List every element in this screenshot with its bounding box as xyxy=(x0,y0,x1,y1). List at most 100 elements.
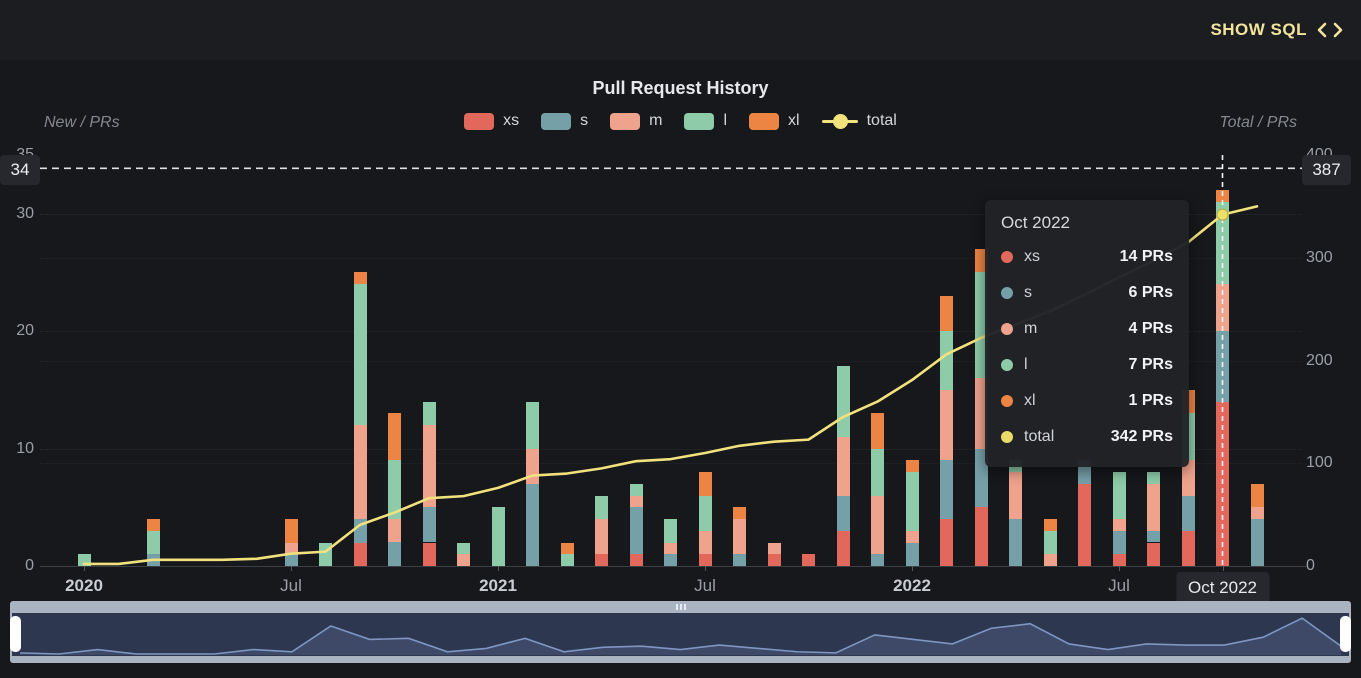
bar-segment-s[interactable] xyxy=(1113,531,1126,554)
bar-nov-2022[interactable] xyxy=(1251,484,1264,566)
bar-sep-2020[interactable] xyxy=(354,272,367,566)
bar-segment-xs[interactable] xyxy=(630,554,643,566)
bar-segment-l[interactable] xyxy=(1044,531,1057,554)
bar-segment-l[interactable] xyxy=(906,472,919,531)
bar-jul-2020[interactable] xyxy=(285,519,298,566)
bar-segment-s[interactable] xyxy=(837,496,850,531)
bar-segment-s[interactable] xyxy=(1009,519,1022,566)
bar-segment-xl[interactable] xyxy=(388,413,401,460)
bar-segment-s[interactable] xyxy=(1251,519,1264,566)
bar-segment-l[interactable] xyxy=(630,484,643,496)
bar-oct-2022[interactable] xyxy=(1216,190,1229,566)
bar-segment-l[interactable] xyxy=(526,402,539,449)
bar-segment-s[interactable] xyxy=(940,460,953,519)
bar-segment-m[interactable] xyxy=(871,496,884,555)
bar-segment-s[interactable] xyxy=(423,507,436,542)
bar-segment-xl[interactable] xyxy=(871,413,884,448)
bar-segment-s[interactable] xyxy=(733,554,746,566)
bar-nov-2021[interactable] xyxy=(837,366,850,566)
bar-segment-l[interactable] xyxy=(319,543,332,566)
bar-segment-m[interactable] xyxy=(940,390,953,460)
bar-segment-s[interactable] xyxy=(1216,331,1229,401)
bar-jun-2021[interactable] xyxy=(664,519,677,566)
bar-segment-l[interactable] xyxy=(423,402,436,425)
bar-may-2022[interactable] xyxy=(1044,519,1057,566)
bar-segment-l[interactable] xyxy=(492,507,505,566)
bar-segment-m[interactable] xyxy=(526,449,539,484)
bar-segment-xl[interactable] xyxy=(1216,190,1229,202)
bar-segment-l[interactable] xyxy=(664,519,677,542)
minimap-left-handle[interactable] xyxy=(10,616,21,652)
bar-jan-2022[interactable] xyxy=(906,460,919,566)
bar-segment-m[interactable] xyxy=(664,543,677,555)
bar-segment-xs[interactable] xyxy=(1147,543,1160,566)
bar-segment-m[interactable] xyxy=(285,543,298,555)
bar-segment-l[interactable] xyxy=(1216,202,1229,284)
bar-segment-xl[interactable] xyxy=(1251,484,1264,507)
bar-segment-xl[interactable] xyxy=(561,543,574,555)
bar-segment-xs[interactable] xyxy=(595,554,608,566)
bar-oct-2021[interactable] xyxy=(802,554,815,566)
bar-segment-l[interactable] xyxy=(940,331,953,390)
bar-jul-2021[interactable] xyxy=(699,472,712,566)
bar-segment-l[interactable] xyxy=(871,449,884,496)
bar-segment-m[interactable] xyxy=(768,543,781,555)
bar-segment-s[interactable] xyxy=(1182,496,1195,531)
bar-segment-l[interactable] xyxy=(837,366,850,436)
bar-segment-xs[interactable] xyxy=(1113,554,1126,566)
bar-dec-2020[interactable] xyxy=(457,543,470,566)
bar-segment-s[interactable] xyxy=(664,554,677,566)
bar-segment-m[interactable] xyxy=(388,519,401,542)
bar-segment-l[interactable] xyxy=(1113,472,1126,519)
bar-apr-2021[interactable] xyxy=(595,496,608,566)
bar-mar-2021[interactable] xyxy=(561,543,574,566)
bar-segment-m[interactable] xyxy=(733,519,746,554)
bar-jun-2022[interactable] xyxy=(1078,460,1091,566)
bar-segment-l[interactable] xyxy=(78,554,91,566)
bar-aug-2021[interactable] xyxy=(733,507,746,566)
bar-feb-2022[interactable] xyxy=(940,296,953,566)
bar-segment-m[interactable] xyxy=(423,425,436,507)
bar-aug-2022[interactable] xyxy=(1147,472,1160,566)
bar-segment-s[interactable] xyxy=(871,554,884,566)
bar-segment-m[interactable] xyxy=(1147,484,1160,531)
minimap-body[interactable] xyxy=(10,613,1351,656)
bar-segment-xs[interactable] xyxy=(423,543,436,566)
bar-segment-s[interactable] xyxy=(630,507,643,554)
bar-aug-2020[interactable] xyxy=(319,543,332,566)
bar-segment-m[interactable] xyxy=(1251,507,1264,519)
bar-segment-xs[interactable] xyxy=(354,543,367,566)
bar-segment-l[interactable] xyxy=(147,531,160,554)
bar-segment-xs[interactable] xyxy=(699,554,712,566)
bar-segment-m[interactable] xyxy=(837,437,850,496)
bar-jul-2022[interactable] xyxy=(1113,472,1126,566)
bar-feb-2021[interactable] xyxy=(526,402,539,566)
timeline-minimap[interactable] xyxy=(10,601,1351,663)
bar-segment-s[interactable] xyxy=(388,542,401,565)
bar-apr-2022[interactable] xyxy=(1009,460,1022,566)
bar-segment-m[interactable] xyxy=(1009,472,1022,519)
bar-nov-2020[interactable] xyxy=(423,402,436,566)
bar-sep-2021[interactable] xyxy=(768,543,781,566)
bar-jan-2020[interactable] xyxy=(78,554,91,566)
bar-segment-xs[interactable] xyxy=(837,531,850,566)
bar-mar-2020[interactable] xyxy=(147,519,160,566)
bar-segment-s[interactable] xyxy=(906,543,919,566)
bar-segment-s[interactable] xyxy=(526,484,539,566)
bar-segment-s[interactable] xyxy=(1147,531,1160,543)
bar-segment-l[interactable] xyxy=(388,460,401,519)
bar-segment-s[interactable] xyxy=(147,554,160,566)
bar-segment-l[interactable] xyxy=(699,496,712,531)
bar-segment-xl[interactable] xyxy=(699,472,712,495)
bar-segment-xs[interactable] xyxy=(1182,531,1195,566)
bar-segment-xs[interactable] xyxy=(940,519,953,566)
bar-segment-xs[interactable] xyxy=(975,507,988,566)
bar-segment-l[interactable] xyxy=(561,554,574,566)
bar-dec-2021[interactable] xyxy=(871,413,884,566)
bar-segment-xl[interactable] xyxy=(147,519,160,531)
bar-segment-s[interactable] xyxy=(354,519,367,542)
bar-segment-m[interactable] xyxy=(630,496,643,508)
minimap-right-handle[interactable] xyxy=(1340,616,1351,652)
bar-segment-m[interactable] xyxy=(906,531,919,543)
bar-segment-xs[interactable] xyxy=(1078,484,1091,566)
